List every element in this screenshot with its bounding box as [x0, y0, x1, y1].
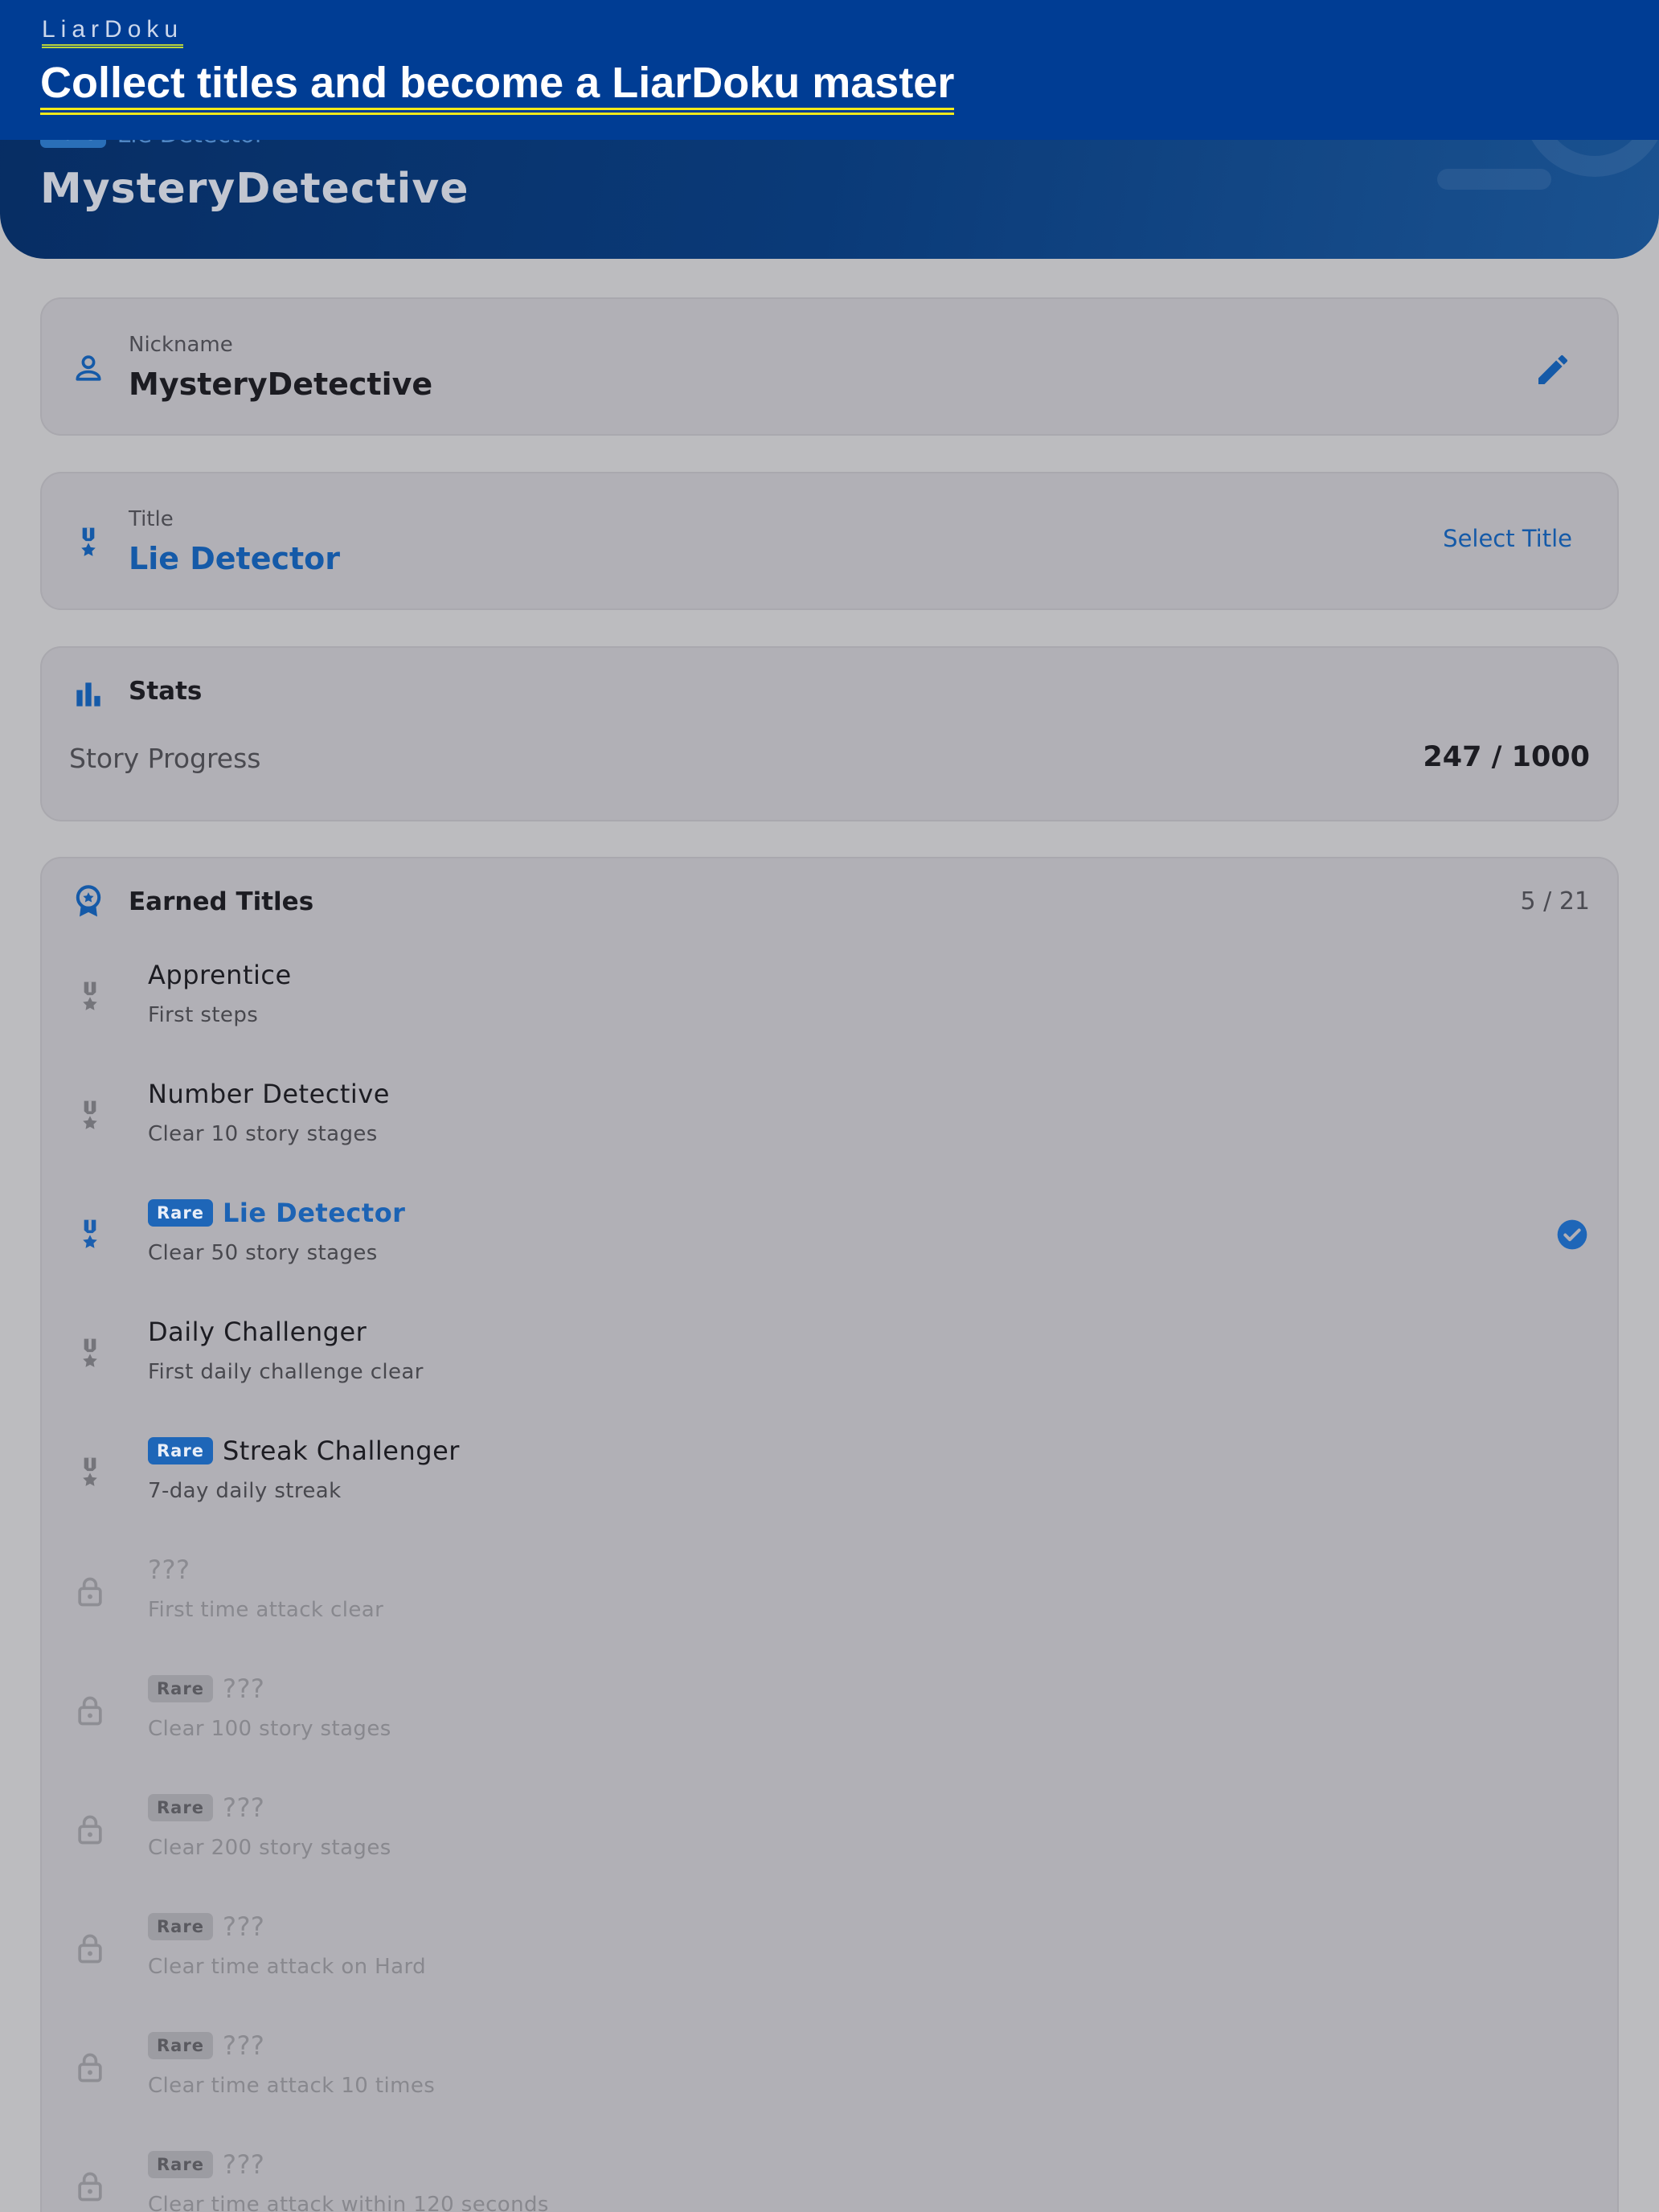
check-circle-icon — [1556, 1219, 1588, 1251]
lock-icon — [72, 1574, 108, 1609]
title-description: Clear 100 story stages — [148, 1717, 391, 1741]
earned-titles-count: 5 / 21 — [1520, 887, 1590, 916]
title-row[interactable]: Apprentice First steps — [42, 952, 1617, 1071]
rare-badge: Rare — [148, 2151, 213, 2178]
earned-titles-card: Earned Titles 5 / 21 Apprentice First ste… — [40, 857, 1619, 2212]
title-description: Clear 50 story stages — [148, 1241, 378, 1265]
title-row-head: Rare??? — [148, 1792, 264, 1823]
title-description: Clear time attack on Hard — [148, 1955, 427, 1979]
brand-logo: LiarDoku — [42, 16, 184, 48]
title-row-head: Rare Lie Detector — [148, 1198, 405, 1228]
title-row-head: Rare??? — [148, 1911, 264, 1942]
select-title-button[interactable]: Select Title — [1443, 525, 1572, 552]
title-row[interactable]: Rare??? Clear time attack 10 times — [42, 2022, 1617, 2141]
stats-heading: Stats — [129, 677, 203, 706]
titles-list: Apprentice First steps Number Detective Cle… — [42, 952, 1617, 2212]
lock-icon — [72, 2050, 108, 2085]
title-value: Lie Detector — [129, 541, 341, 576]
decorative-pill — [1437, 169, 1551, 190]
title-row[interactable]: Rare??? Clear 100 story stages — [42, 1665, 1617, 1784]
medal-icon — [72, 1217, 108, 1252]
lock-icon — [72, 1931, 108, 1966]
title-row-head: Number Detective — [148, 1079, 390, 1109]
person-icon — [71, 350, 106, 386]
title-name: Streak Challenger — [222, 1436, 460, 1466]
award-ribbon-icon — [71, 884, 106, 920]
nickname-card: Nickname MysteryDetective — [40, 297, 1619, 436]
title-name: Number Detective — [148, 1079, 390, 1109]
title-row[interactable]: Rare??? Clear time attack within 120 seco… — [42, 2141, 1617, 2212]
title-name: ??? — [222, 2149, 265, 2180]
rare-badge: Rare — [148, 1437, 213, 1464]
story-progress-label: Story Progress — [69, 743, 261, 774]
title-name: Lie Detector — [222, 1198, 406, 1228]
title-name: Apprentice — [148, 960, 292, 990]
promo-banner: LiarDoku Collect titles and become a Lia… — [0, 0, 1659, 140]
title-description: Clear 200 story stages — [148, 1836, 391, 1860]
title-row[interactable]: Number Detective Clear 10 story stages — [42, 1071, 1617, 1190]
rare-badge: Rare — [148, 1199, 213, 1227]
title-row-head: Rare Streak Challenger — [148, 1436, 460, 1466]
title-row[interactable]: Daily Challenger First daily challenge cl… — [42, 1309, 1617, 1428]
medal-icon — [72, 979, 108, 1014]
title-name: ??? — [222, 1673, 265, 1704]
title-row-head: Rare??? — [148, 2149, 264, 2180]
title-card: Title Lie Detector Select Title — [40, 472, 1619, 610]
lock-icon — [72, 1812, 108, 1847]
rare-badge: Rare — [148, 1794, 213, 1821]
title-row-head: Rare??? — [148, 2030, 264, 2061]
medal-icon — [72, 1455, 108, 1490]
title-description: First steps — [148, 1003, 259, 1027]
title-row-head: Rare??? — [148, 1673, 264, 1704]
title-name: ??? — [222, 2030, 265, 2061]
title-description: 7-day daily streak — [148, 1479, 342, 1503]
banner-headline: Collect titles and become a LiarDoku mas… — [40, 58, 955, 115]
nickname-value: MysteryDetective — [129, 367, 433, 402]
bar-chart-icon — [71, 677, 106, 712]
title-label: Title — [129, 507, 174, 531]
lock-icon — [72, 1693, 108, 1728]
earned-titles-heading: Earned Titles — [129, 887, 314, 916]
title-description: First time attack clear — [148, 1598, 384, 1622]
nickname-label: Nickname — [129, 333, 233, 357]
title-row[interactable]: Rare??? Clear 200 story stages — [42, 1784, 1617, 1903]
medal-icon — [72, 1098, 108, 1133]
title-description: Clear 10 story stages — [148, 1122, 378, 1146]
title-name: ??? — [148, 1555, 190, 1585]
title-row[interactable]: Rare Lie Detector Clear 50 story stages — [42, 1190, 1617, 1309]
story-progress-value: 247 / 1000 — [1423, 741, 1590, 773]
title-row-head: Apprentice — [148, 960, 292, 990]
title-row[interactable]: Rare Streak Challenger 7-day daily streak — [42, 1428, 1617, 1546]
edit-nickname-button[interactable] — [1534, 350, 1572, 389]
medal-icon — [71, 525, 106, 560]
title-name: Daily Challenger — [148, 1317, 367, 1347]
rare-badge: Rare — [148, 2032, 213, 2059]
title-name: ??? — [222, 1911, 265, 1942]
header-nickname: MysteryDetective — [40, 165, 469, 213]
title-name: ??? — [222, 1792, 265, 1823]
pencil-icon — [1538, 354, 1567, 384]
title-row-head: Daily Challenger — [148, 1317, 367, 1347]
lock-icon — [72, 2169, 108, 2204]
stats-card: Stats Story Progress 247 / 1000 — [40, 646, 1619, 821]
title-row[interactable]: Rare??? Clear time attack on Hard — [42, 1903, 1617, 2022]
title-description: First daily challenge clear — [148, 1360, 424, 1384]
rare-badge: Rare — [148, 1675, 213, 1702]
title-description: Clear time attack within 120 seconds — [148, 2193, 549, 2212]
title-row-head: ??? — [148, 1555, 190, 1585]
medal-icon — [72, 1336, 108, 1371]
rare-badge: Rare — [148, 1913, 213, 1940]
title-row[interactable]: ??? First time attack clear — [42, 1546, 1617, 1665]
title-description: Clear time attack 10 times — [148, 2074, 436, 2098]
